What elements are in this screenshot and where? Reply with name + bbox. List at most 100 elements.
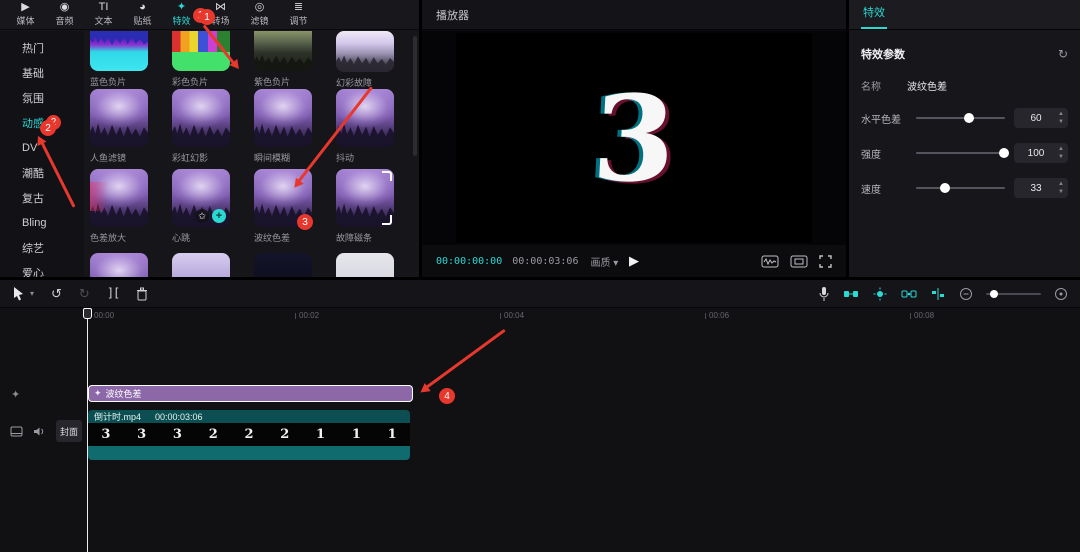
stepper-arrows[interactable]: ▲▼ <box>1058 180 1064 196</box>
category-item[interactable]: 潮酷 <box>0 160 84 185</box>
effects-library-panel: ▶ 媒体 ◉ 音频 TI 文本 ◕ 贴纸 <box>0 0 419 277</box>
mute-track-icon[interactable] <box>33 426 46 437</box>
category-label: DV <box>22 142 37 154</box>
effect-thumbnail[interactable] <box>90 169 148 227</box>
effect-item[interactable]: 紫色负片 <box>254 31 312 89</box>
effect-item[interactable]: 蓝色负片 <box>90 31 148 89</box>
playhead-handle[interactable] <box>83 308 92 319</box>
split-clip-icon[interactable]: ][ <box>107 287 119 300</box>
video-clip[interactable]: 倒计时.mp4 00:00:03:06 333222111 <box>88 410 410 460</box>
clip-duration: 00:00:03:06 <box>155 412 203 422</box>
library-tab[interactable]: ◎ 滤镜 <box>240 0 279 29</box>
video-track-head: 封面 <box>10 420 82 442</box>
category-item[interactable]: 基础 <box>0 60 84 85</box>
locate-playhead-icon[interactable] <box>1054 287 1068 301</box>
effect-item[interactable]: 彩色负片 <box>172 31 230 89</box>
select-tool-chevron-icon[interactable]: ▾ <box>30 289 34 298</box>
effect-thumbnail[interactable] <box>336 253 394 277</box>
slider-handle[interactable] <box>999 148 1009 158</box>
category-label: 爱心 <box>22 265 44 278</box>
undo-icon[interactable]: ↺ <box>51 287 62 300</box>
effect-thumbnail[interactable] <box>172 89 230 147</box>
cover-button[interactable]: 封面 <box>56 420 82 442</box>
fit-ratio-icon[interactable] <box>790 255 808 268</box>
redo-icon[interactable]: ↻ <box>79 287 90 300</box>
param-row: 水平色差 60 ▲▼ <box>861 108 1068 128</box>
effect-item[interactable]: 抖动 <box>336 89 394 169</box>
category-item[interactable]: 爱心 <box>0 260 84 277</box>
effect-clip[interactable]: ✦ 波纹色差 <box>88 385 413 402</box>
select-tool-icon[interactable] <box>12 286 25 301</box>
slider-handle[interactable] <box>940 183 950 193</box>
delete-icon[interactable] <box>136 287 148 301</box>
effect-thumbnail[interactable] <box>336 31 394 72</box>
effect-thumbnail[interactable] <box>172 253 230 277</box>
library-tab[interactable]: ≣ 调节 <box>279 0 318 29</box>
effect-thumbnail[interactable] <box>336 169 394 227</box>
effect-item[interactable] <box>336 253 394 277</box>
effect-item[interactable]: 心跳 <box>172 169 230 253</box>
effect-label: 幻彩故障 <box>336 76 394 89</box>
param-label: 水平色差 <box>861 111 907 126</box>
slider-handle[interactable] <box>964 113 974 123</box>
param-slider[interactable] <box>916 152 1005 154</box>
param-slider[interactable] <box>916 117 1005 119</box>
zoom-out-icon[interactable] <box>959 287 973 301</box>
library-tab[interactable]: ◕ 贴纸 <box>123 0 162 29</box>
library-tab-label: 调节 <box>289 14 307 27</box>
effect-item[interactable]: 故障磁条 <box>336 169 394 253</box>
fullscreen-icon[interactable] <box>819 255 832 268</box>
effect-thumbnail[interactable] <box>254 31 312 71</box>
category-item[interactable]: 氛围 <box>0 85 84 110</box>
record-voiceover-icon[interactable] <box>818 286 830 302</box>
waveform-preview-icon[interactable] <box>761 255 779 268</box>
library-tab[interactable]: TI 文本 <box>84 0 123 29</box>
library-tab[interactable]: ◉ 音频 <box>45 0 84 29</box>
effect-thumbnail[interactable] <box>90 31 148 71</box>
category-item[interactable]: 综艺 <box>0 235 84 260</box>
preview-axis-icon[interactable] <box>930 287 946 301</box>
effect-thumbnail[interactable] <box>172 31 230 71</box>
effect-thumbnail[interactable] <box>90 89 148 147</box>
library-tab[interactable]: ▶ 媒体 <box>6 0 45 29</box>
stepper-arrows[interactable]: ▲▼ <box>1058 110 1064 126</box>
effect-item[interactable]: 彩虹幻影 <box>172 89 230 169</box>
stepper-arrows[interactable]: ▲▼ <box>1058 145 1064 161</box>
play-button[interactable]: ▶ <box>629 253 639 269</box>
effect-item[interactable] <box>90 253 148 277</box>
playhead-line[interactable] <box>87 308 88 552</box>
main-track-magnet-icon[interactable] <box>843 287 859 301</box>
effect-item[interactable]: 幻彩故障 <box>336 31 394 89</box>
timeline-zoom-slider[interactable] <box>986 293 1041 295</box>
param-value-box[interactable]: 33▲▼ <box>1014 178 1068 198</box>
param-sliders: 水平色差 60▲▼ 强度 100▲▼ 速度 33▲▼ <box>861 108 1068 198</box>
effect-name-value: 波纹色差 <box>907 78 947 93</box>
zoom-slider-handle[interactable] <box>990 290 998 298</box>
video-track-icon[interactable] <box>10 426 23 437</box>
param-slider[interactable] <box>916 187 1005 189</box>
effect-thumbnail[interactable] <box>172 169 230 227</box>
category-item[interactable]: 热门 <box>0 35 84 60</box>
auto-snap-icon[interactable] <box>872 287 888 301</box>
video-frame: 3 <box>456 33 812 243</box>
effect-item[interactable]: 色差放大 <box>90 169 148 253</box>
quality-dropdown[interactable]: 画质 ▾ <box>590 254 618 269</box>
effect-item[interactable] <box>254 253 312 277</box>
param-value-box[interactable]: 60 ▲▼ <box>1014 108 1068 128</box>
param-value-box[interactable]: 100▲▼ <box>1014 143 1068 163</box>
effect-thumbnail[interactable] <box>254 89 312 147</box>
effect-item[interactable]: 波纹色差 <box>254 169 312 253</box>
linkage-icon[interactable] <box>901 287 917 301</box>
grid-scrollbar[interactable] <box>413 36 417 156</box>
effect-item[interactable]: 瞬间模糊 <box>254 89 312 169</box>
filmstrip-frame: 1 <box>374 423 410 446</box>
library-tab-icon: ✦ <box>177 2 186 13</box>
effect-item[interactable]: 人鱼滤镜 <box>90 89 148 169</box>
effect-item[interactable] <box>172 253 230 277</box>
effect-thumbnail[interactable] <box>254 253 312 277</box>
param-value: 60 <box>1030 113 1041 124</box>
inspector-tab-effects[interactable]: 特效 <box>861 4 887 29</box>
category-item[interactable]: Bling <box>0 210 84 235</box>
effect-thumbnail[interactable] <box>90 253 148 277</box>
reset-params-icon[interactable]: ↻ <box>1058 47 1068 61</box>
